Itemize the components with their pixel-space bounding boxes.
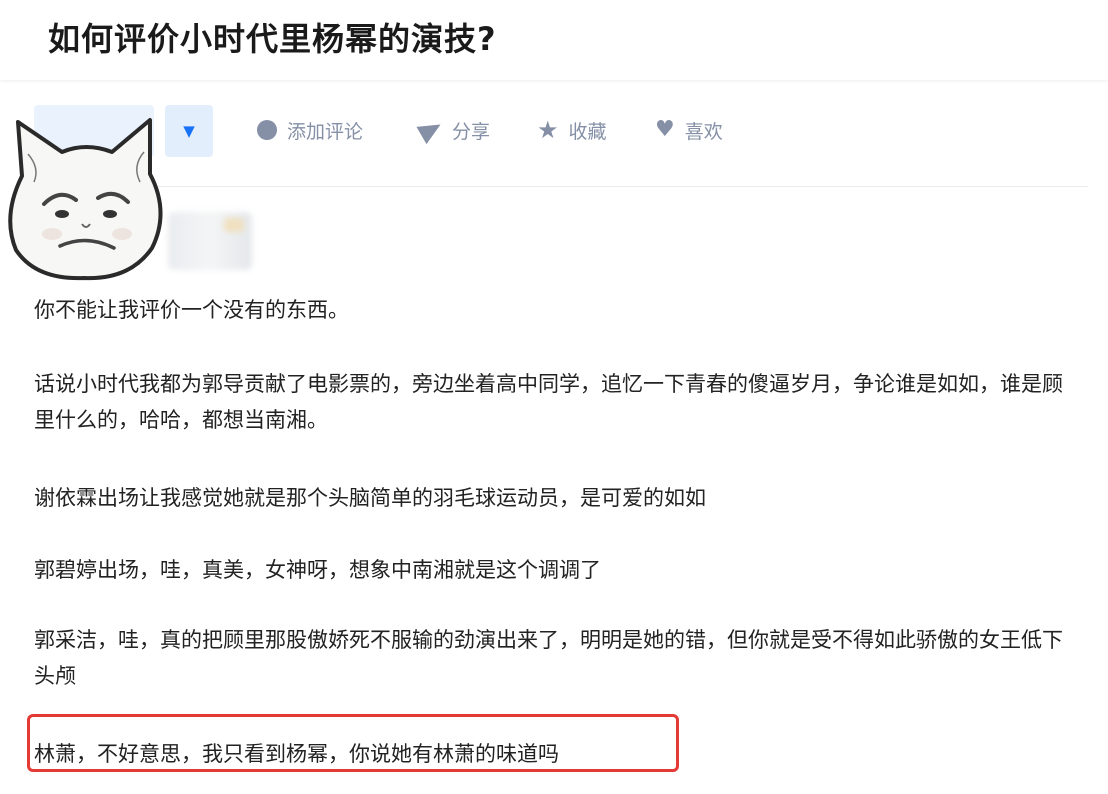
collect-label: 收藏 xyxy=(568,120,607,143)
triangle-down-icon: ▼ xyxy=(183,122,195,140)
page-title: 如何评价小时代里杨幂的演技? xyxy=(48,20,497,58)
meme-sticker-image xyxy=(8,118,163,281)
collect-button[interactable]: ★ 收藏 xyxy=(537,116,607,144)
answer-paragraph: 你不能让我评价一个没有的东西。 xyxy=(34,298,349,322)
paper-plane-icon xyxy=(416,115,446,145)
vote-down-button[interactable]: ▼ xyxy=(165,105,213,157)
answer-paragraph: 话说小时代我都为郭导贡献了电影票的，旁边坐着高中同学，追忆一下青春的傻逼岁月，争… xyxy=(34,372,1063,432)
like-button[interactable]: ♥ 喜欢 xyxy=(655,116,723,144)
red-highlight-box xyxy=(27,714,679,772)
star-icon: ★ xyxy=(537,116,559,144)
heart-icon: ♥ xyxy=(655,117,675,142)
share-label: 分享 xyxy=(452,120,491,143)
add-comment-button[interactable]: 添加评论 xyxy=(257,116,363,144)
add-comment-label: 添加评论 xyxy=(287,120,364,143)
answer-paragraph: 谢依霖出场让我感觉她就是那个头脑简单的羽毛球运动员，是可爱的如如 xyxy=(34,486,706,510)
comment-bubble-icon xyxy=(257,120,277,140)
divider xyxy=(34,186,1088,187)
answer-paragraph: 郭碧婷出场，哇，真美，女神呀，想象中南湘就是这个调调了 xyxy=(34,558,601,582)
like-label: 喜欢 xyxy=(684,120,723,143)
share-button[interactable]: 分享 xyxy=(416,115,491,145)
question-header: 如何评价小时代里杨幂的演技? xyxy=(0,0,1108,80)
answer-paragraph: 郭采洁，哇，真的把顾里那股傲娇死不服输的劲演出来了，明明是她的错，但你就是受不得… xyxy=(34,628,1063,688)
author-info-blurred xyxy=(168,212,252,270)
